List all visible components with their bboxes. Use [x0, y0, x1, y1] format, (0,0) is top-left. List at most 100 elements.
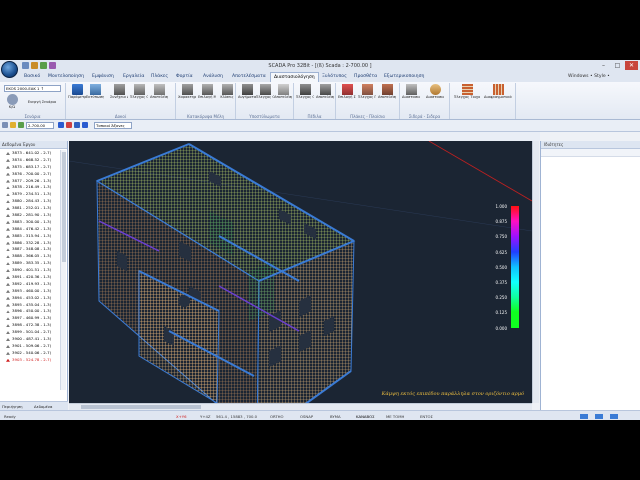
refresh-icon[interactable]: [82, 122, 88, 128]
tab-loads[interactable]: Φορτία: [176, 74, 193, 79]
model-canvas[interactable]: [69, 141, 532, 403]
footing-check-button[interactable]: Έλεγχος Οπλίσεις: [296, 84, 314, 110]
tree-item[interactable]: 3882 - 281.90 - 1-3(: [0, 212, 60, 219]
rebar-button[interactable]: Αυγήματα: [238, 84, 256, 110]
parameters-button[interactable]: Παράμετροι: [68, 84, 86, 110]
tab-design[interactable]: Διαστασιολόγηση: [270, 72, 319, 82]
visibility-icon[interactable]: [18, 122, 24, 128]
tree-item[interactable]: 3878 - 216.49 - 1-3(: [0, 184, 60, 191]
record-icon[interactable]: [66, 122, 72, 128]
3d-viewport[interactable]: 1.000 0.875 0.750 0.625 0.500 0.375 0.250 0.125…: [69, 141, 532, 403]
tree-item[interactable]: 3892 - 419.93 - 1-3(: [0, 281, 60, 288]
tree-item[interactable]: 3896 - 450.00 - 1-3(: [0, 308, 60, 315]
tree-item[interactable]: 3885 - 315.94 - 1-3(: [0, 233, 60, 240]
tab-data[interactable]: Δεδομένα: [34, 404, 52, 409]
tree-item[interactable]: 3886 - 332.28 - 1-3(: [0, 240, 60, 247]
tree-item[interactable]: 3900 - 487.41 - 1-3(: [0, 336, 60, 343]
tab-tools[interactable]: Εργαλεία: [123, 74, 144, 79]
timber-design-button[interactable]: Διαστασιολόγηση: [426, 84, 444, 110]
tree-item[interactable]: 3894 - 453.02 - 1-3(: [0, 295, 60, 302]
tree-item[interactable]: 3898 - 472.38 - 1-3(: [0, 322, 60, 329]
check-reinforcement-button[interactable]: Έλεγχος Οπλίσεις: [130, 84, 148, 110]
slab-check-button[interactable]: Έλεγχος Πλακών: [358, 84, 376, 110]
next-icon[interactable]: [74, 122, 80, 128]
characteristics-button[interactable]: Χαρακτηριστικά: [178, 84, 196, 110]
tree-item[interactable]: 3897 - 460.99 - 1-3(: [0, 315, 60, 322]
continuous-beams-button[interactable]: Συνέχεια Δοκών: [110, 84, 128, 110]
beam-results-button[interactable]: Αποτελέσματα: [150, 84, 168, 110]
left-scrollbar[interactable]: [60, 150, 66, 390]
tree-item[interactable]: 3874 - 668.52 - 2-7(: [0, 157, 60, 164]
tree-item[interactable]: 3873 - 641.02 - 2-7(: [0, 150, 60, 157]
tab-navigation[interactable]: Περιήγηση: [2, 404, 22, 409]
tree-item[interactable]: 3893 - 460.00 - 1-3(: [0, 288, 60, 295]
diaphragm-members-button[interactable]: Διαφραγματικά Μέλους: [484, 84, 512, 110]
inside-toggle[interactable]: ΕΝΤΟΣ: [420, 414, 433, 419]
footing-results-button[interactable]: Αποτελέσματα: [316, 84, 334, 110]
tree-item[interactable]: 3880 - 284.43 - 1-3(: [0, 198, 60, 205]
status-icon[interactable]: [610, 414, 618, 419]
view-icon[interactable]: [58, 122, 64, 128]
slopes-button[interactable]: Κλίσεις: [218, 84, 236, 110]
main-toolbar: 2-700.00 Τοπικοί Άξονες: [0, 120, 640, 132]
ribbon-group-columns: Αυγήματα Έλεγχος Οπλισμού Αποτελέσματα Υ…: [236, 83, 294, 119]
print-members-button[interactable]: Εκτύπωση Μελών: [86, 84, 104, 110]
tab-slabs[interactable]: Πλάκες: [151, 74, 168, 79]
viewport-vscrollbar[interactable]: [532, 141, 539, 403]
tree-item[interactable]: 3888 - 366.05 - 1-3(: [0, 253, 60, 260]
select-member-button[interactable]: Επιλογή Μέλους: [198, 84, 216, 110]
tree-item[interactable]: 3875 - 683.17 - 2-7(: [0, 164, 60, 171]
tree-item[interactable]: 3887 - 348.08 - 1-3(: [0, 246, 60, 253]
select-elements-button[interactable]: Επιλογή Στοιχείων: [338, 84, 356, 110]
tree-item[interactable]: 3876 - 700.00 - 2-7(: [0, 171, 60, 178]
footing-results-icon: [319, 84, 331, 95]
tree-item[interactable]: 3879 - 234.51 - 1-3(: [0, 191, 60, 198]
byma-toggle[interactable]: BYMA: [330, 414, 341, 419]
legend-color-band: [511, 282, 519, 298]
tab-basic[interactable]: Βασικό: [24, 74, 40, 79]
close-button[interactable]: ✕: [625, 61, 638, 70]
tree-item[interactable]: 3877 - 209.26 - 1-3(: [0, 178, 60, 185]
column-results-button[interactable]: Αποτελέσματα: [274, 84, 292, 110]
tree-item[interactable]: 3902 - 540.06 - 2-7(: [0, 350, 60, 357]
result-caption: Κάμψη εκτός επιπέδου παράλληλα στον οριζ…: [381, 391, 524, 397]
tab-addons[interactable]: Προσθέτα: [354, 74, 377, 79]
properties-toolbar: [541, 149, 640, 157]
tree-item[interactable]: 3881 - 252.01 - 1-3(: [0, 205, 60, 212]
viewport-hscrollbar[interactable]: [69, 403, 532, 410]
tab-external[interactable]: Εξωτερικοποιηση: [384, 74, 424, 79]
tree-item[interactable]: 3890 - 401.51 - 1-3(: [0, 267, 60, 274]
level-combo[interactable]: 2-700.00: [26, 122, 54, 129]
tab-view[interactable]: Εμφάνιση: [92, 74, 114, 79]
grid-toggle[interactable]: ΚΑΝΑΒΟΣ: [356, 414, 375, 419]
tree-item[interactable]: 3895 - 435.04 - 1-3(: [0, 302, 60, 309]
tree-item[interactable]: 3901 - 509.06 - 2-7(: [0, 343, 60, 350]
tab-modeling[interactable]: Μοντελοποίηση: [48, 74, 84, 79]
masonry-check-button[interactable]: Έλεγχος Τοιχοποιίας: [454, 84, 480, 110]
tree-item[interactable]: 3899 - 501.04 - 2-7(: [0, 329, 60, 336]
tab-formwork[interactable]: Ξυλότυπος: [322, 74, 347, 79]
display-mode-combo[interactable]: Τοπικοί Άξονες: [94, 122, 132, 129]
steel-design-button[interactable]: Διαστασιολόγηση: [402, 84, 420, 110]
app-menu-orb[interactable]: [1, 61, 18, 78]
tree-item[interactable]: 3889 - 383.35 - 1-3(: [0, 260, 60, 267]
lock-icon[interactable]: [10, 122, 16, 128]
tab-results[interactable]: Αποτελέσματα: [232, 74, 266, 79]
status-icon[interactable]: [580, 414, 588, 419]
minimize-button[interactable]: –: [597, 61, 610, 70]
tab-analysis[interactable]: Ανάλυση: [203, 74, 223, 79]
node-icon: [6, 289, 10, 293]
layer-icon[interactable]: [2, 122, 8, 128]
maximize-button[interactable]: □: [611, 61, 624, 70]
window-style-menu[interactable]: Windows • Style •: [568, 74, 610, 79]
column-check-button[interactable]: Έλεγχος Οπλισμού: [256, 84, 274, 110]
section-toggle[interactable]: ΜΕ ΤΟΜΗ: [386, 414, 404, 419]
slab-results-button[interactable]: Αποτελέσματα: [378, 84, 396, 110]
tree-item[interactable]: 3884 - 476.42 - 1-3(: [0, 226, 60, 233]
tree-item[interactable]: 3891 - 420.36 - 1-3(: [0, 274, 60, 281]
tree-item[interactable]: 3903 - 524.78 - 2-7(: [0, 357, 60, 364]
status-icon[interactable]: [595, 414, 603, 419]
ortho-toggle[interactable]: ORTHO: [270, 414, 284, 419]
osnap-toggle[interactable]: OSNAP: [300, 414, 313, 419]
tree-item[interactable]: 3883 - 300.00 - 1-3(: [0, 219, 60, 226]
